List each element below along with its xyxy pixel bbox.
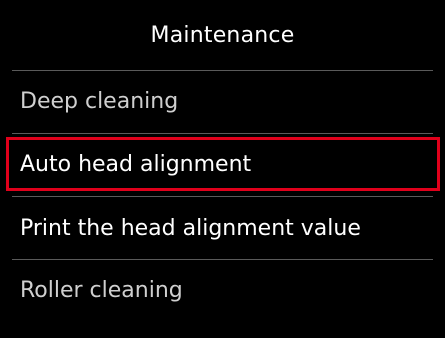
menu-item-label: Print the head alignment value <box>20 215 361 241</box>
menu-item-roller-cleaning[interactable]: Roller cleaning <box>6 264 440 316</box>
divider <box>12 70 433 71</box>
menu-item-auto-head-alignment[interactable]: Auto head alignment <box>6 137 440 191</box>
menu-item-label: Auto head alignment <box>20 151 252 177</box>
menu-item-print-head-alignment-value[interactable]: Print the head alignment value <box>6 202 440 254</box>
divider <box>12 259 433 260</box>
menu-item-deep-cleaning[interactable]: Deep cleaning <box>6 75 440 127</box>
printer-lcd-screen: Maintenance Deep cleaning Auto head alig… <box>0 0 445 338</box>
divider <box>12 133 433 134</box>
menu-item-label: Roller cleaning <box>20 277 183 303</box>
menu-item-label: Deep cleaning <box>20 88 179 114</box>
divider <box>12 196 433 197</box>
screen-title: Maintenance <box>150 22 295 48</box>
